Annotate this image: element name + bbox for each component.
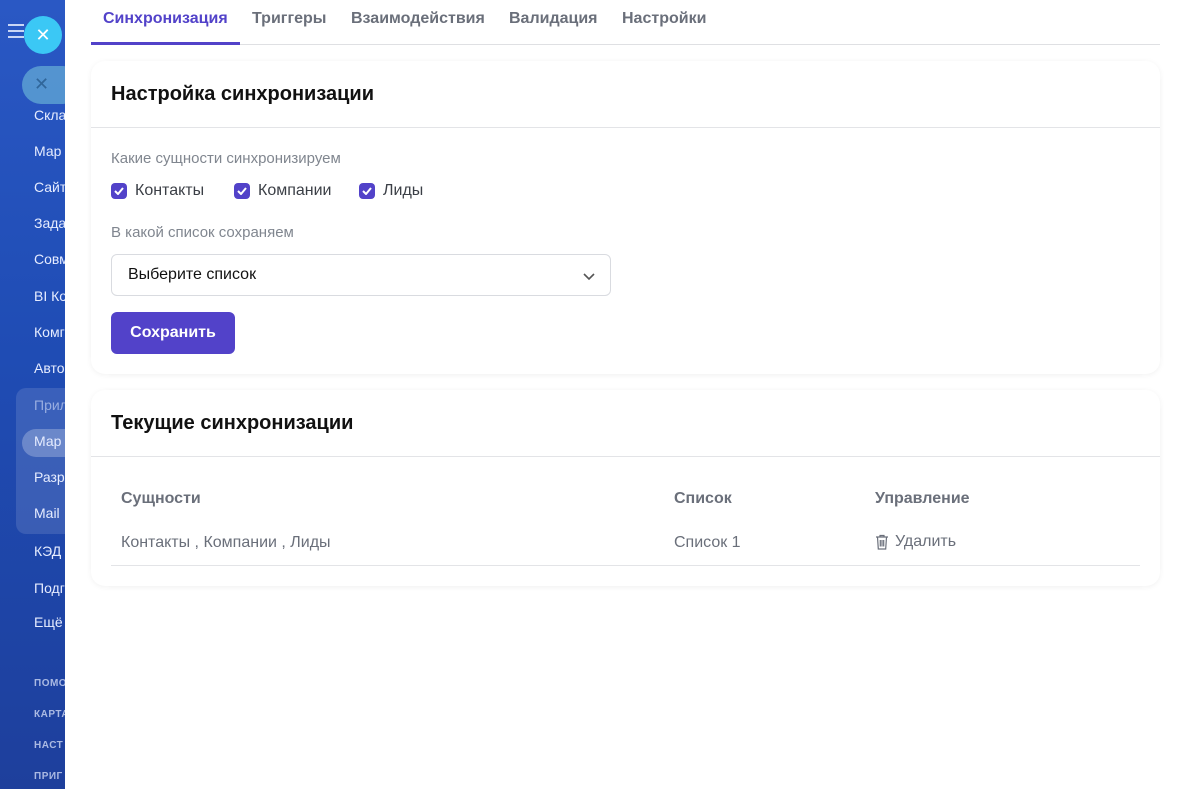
tab-bar: Синхронизация Триггеры Взаимодействия Ва… <box>91 0 1160 45</box>
active-tab-indicator <box>91 42 240 45</box>
checkbox-checked-icon <box>359 183 375 199</box>
divider <box>91 456 1160 457</box>
menu-icon[interactable] <box>8 24 24 38</box>
sidebar-small-item[interactable]: ПОМО <box>34 678 67 689</box>
trash-icon <box>876 534 888 550</box>
background-search-pill: ✕ <box>22 66 70 104</box>
sidebar-item[interactable]: Сайт <box>34 179 66 195</box>
row-list: Список 1 <box>674 534 741 551</box>
tab-triggers[interactable]: Триггеры <box>252 10 326 28</box>
sidebar-item[interactable]: Скла <box>34 107 66 123</box>
list-label: В какой список сохраняем <box>111 224 294 241</box>
sidebar-item[interactable]: BI Ко <box>34 288 67 304</box>
sidebar-item[interactable]: Зада <box>34 215 66 231</box>
row-entities: Контакты , Компании , Лиды <box>121 534 331 551</box>
sync-settings-card: Настройка синхронизации Какие сущности с… <box>91 61 1160 374</box>
slider-panel: Синхронизация Триггеры Взаимодействия Ва… <box>65 0 1186 789</box>
sidebar-item[interactable]: Прил <box>34 397 68 413</box>
tab-validation[interactable]: Валидация <box>509 10 598 28</box>
checkbox-checked-icon <box>234 183 250 199</box>
save-button[interactable]: Сохранить <box>111 312 235 354</box>
entities-label: Какие сущности синхронизируем <box>111 150 341 167</box>
sidebar-item[interactable]: Ещё <box>34 614 63 630</box>
select-value: Выберите список <box>128 266 257 283</box>
column-header-actions: Управление <box>875 490 970 507</box>
sidebar-item[interactable]: Разр <box>34 469 65 485</box>
checkbox-label: Компании <box>258 182 332 199</box>
sidebar-item[interactable]: Совм <box>34 251 69 267</box>
close-icon: ✕ <box>35 24 51 45</box>
background-sidebar: ✕ Скла Мар Сайт Зада Совм BI Ко Комг Авт… <box>0 0 70 789</box>
sidebar-small-item[interactable]: КАРТА <box>34 709 69 720</box>
checkbox-leads[interactable]: Лиды <box>359 182 423 200</box>
card-title: Настройка синхронизации <box>111 83 375 105</box>
sidebar-item[interactable]: Mail <box>34 505 60 521</box>
list-select[interactable]: Выберите список <box>111 254 611 296</box>
checkbox-checked-icon <box>111 183 127 199</box>
sidebar-item[interactable]: Мар <box>34 143 61 159</box>
row-divider <box>111 565 1140 566</box>
checkbox-companies[interactable]: Компании <box>234 182 332 200</box>
column-header-list: Список <box>674 490 732 507</box>
tab-sync[interactable]: Синхронизация <box>103 10 228 28</box>
sidebar-small-item[interactable]: ПРИГ <box>34 771 63 782</box>
sidebar-item[interactable]: Комг <box>34 324 65 340</box>
checkbox-label: Лиды <box>383 182 424 199</box>
sidebar-item[interactable]: Мар <box>34 433 61 449</box>
close-icon: ✕ <box>34 74 50 94</box>
sidebar-item[interactable]: КЭД <box>34 543 61 559</box>
checkbox-label: Контакты <box>135 182 205 199</box>
tab-interactions[interactable]: Взаимодействия <box>351 10 485 28</box>
card-title: Текущие синхронизации <box>111 412 354 434</box>
close-slider-button[interactable]: ✕ <box>24 16 62 54</box>
sidebar-item[interactable]: Подг <box>34 580 65 596</box>
current-syncs-card: Текущие синхронизации Сущности Список Уп… <box>91 390 1160 586</box>
divider <box>91 127 1160 128</box>
sidebar-small-item[interactable]: НАСТ <box>34 740 63 751</box>
column-header-entities: Сущности <box>121 490 201 507</box>
checkbox-contacts[interactable]: Контакты <box>111 182 204 200</box>
tab-settings[interactable]: Настройки <box>622 10 706 28</box>
sidebar-item[interactable]: Авто <box>34 360 65 376</box>
delete-label: Удалить <box>895 533 957 550</box>
chevron-down-icon <box>583 273 595 281</box>
delete-button[interactable]: Удалить <box>875 533 956 551</box>
